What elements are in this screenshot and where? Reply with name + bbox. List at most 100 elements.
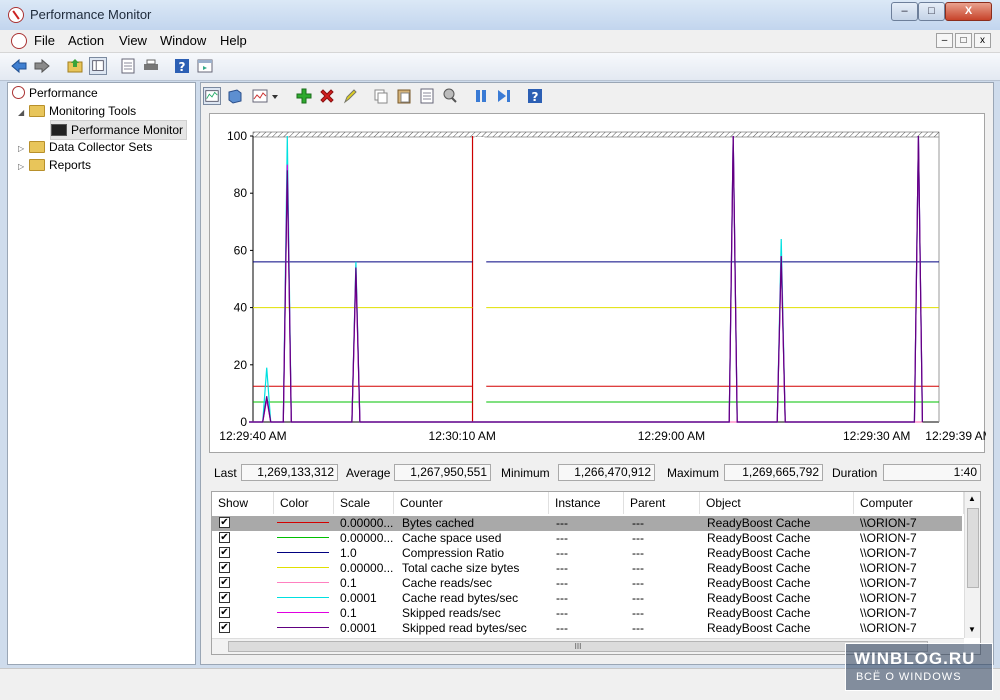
column-header-scale[interactable]: Scale xyxy=(334,492,394,514)
collapse-arrow-icon[interactable]: ◢ xyxy=(18,104,26,122)
scroll-down-arrow-icon[interactable]: ▼ xyxy=(968,625,976,634)
instance-cell: --- xyxy=(556,531,568,545)
menu-help[interactable]: Help xyxy=(220,33,247,48)
computer-cell: \\ORION-7 xyxy=(860,591,917,605)
counter-row[interactable]: ✔ 0.0001 Skipped read bytes/sec --- --- Ready… xyxy=(212,621,962,636)
show-checkbox[interactable]: ✔ xyxy=(219,562,230,573)
computer-cell: \\ORION-7 xyxy=(860,561,917,575)
column-header-instance[interactable]: Instance xyxy=(549,492,624,514)
highlight-icon[interactable] xyxy=(341,87,359,105)
watermark-line-2: ВСЁ О WINDOWS xyxy=(856,671,962,683)
color-swatch xyxy=(277,522,329,523)
tree-item-label: Performance Monitor xyxy=(71,123,184,137)
freeze-display-icon[interactable] xyxy=(472,87,490,105)
series-line xyxy=(249,164,923,423)
minimize-button[interactable]: – xyxy=(891,2,918,21)
mdi-restore-button[interactable]: □ xyxy=(955,33,972,48)
vertical-scrollbar[interactable]: ▲ ▼ xyxy=(964,492,980,638)
counter-cell: Bytes cached xyxy=(402,516,475,530)
x-tick-label: 12:29:40 AM xyxy=(219,429,286,443)
show-checkbox[interactable]: ✔ xyxy=(219,532,230,543)
menu-window[interactable]: Window xyxy=(160,33,206,48)
view-current-activity-icon[interactable] xyxy=(203,87,221,105)
maximum-value: 1,269,665,792 xyxy=(724,464,823,481)
show-checkbox[interactable]: ✔ xyxy=(219,607,230,618)
up-folder-icon[interactable] xyxy=(66,57,84,75)
copy-properties-icon[interactable] xyxy=(372,87,390,105)
column-header-parent[interactable]: Parent xyxy=(624,492,700,514)
scale-cell: 0.00000... xyxy=(340,531,394,545)
graph-properties-icon[interactable] xyxy=(418,87,436,105)
counter-row[interactable]: ✔ 0.1 Cache reads/sec --- --- ReadyBoost Cach… xyxy=(212,576,962,591)
series-line xyxy=(249,135,924,423)
counter-list[interactable]: Show Color Scale Counter Instance Parent… xyxy=(211,491,981,655)
tree-root-performance[interactable]: Performance xyxy=(12,84,98,102)
column-header-counter[interactable]: Counter xyxy=(394,492,549,514)
mdi-minimize-button[interactable]: – xyxy=(936,33,953,48)
object-cell: ReadyBoost Cache xyxy=(707,531,811,545)
counter-row[interactable]: ✔ 0.00000... Total cache size bytes --- --- R… xyxy=(212,561,962,576)
change-graph-type-icon[interactable] xyxy=(251,87,269,105)
graph-toolbar: ? xyxy=(201,83,993,111)
horizontal-scroll-thumb[interactable]: III xyxy=(228,641,928,652)
parent-cell: --- xyxy=(632,591,644,605)
counter-row[interactable]: ✔ 1.0 Compression Ratio --- --- ReadyBoost Ca… xyxy=(212,546,962,561)
system-menu-icon[interactable] xyxy=(11,33,27,49)
paste-counter-list-icon[interactable] xyxy=(395,87,413,105)
performance-monitor-app-icon[interactable] xyxy=(8,7,24,23)
performance-monitor-pane: ? 100 80 60 40 20 0 12:29:40 AM 12:30:10 AM 12:2… xyxy=(200,82,994,665)
computer-cell: \\ORION-7 xyxy=(860,516,917,530)
update-data-icon[interactable] xyxy=(495,87,513,105)
menu-action[interactable]: Action xyxy=(68,33,104,48)
properties-icon[interactable] xyxy=(119,57,137,75)
scroll-up-arrow-icon[interactable]: ▲ xyxy=(968,494,976,503)
column-header-object[interactable]: Object xyxy=(700,492,854,514)
menu-file[interactable]: File xyxy=(34,33,55,48)
y-tick-label: 40 xyxy=(234,301,248,315)
back-arrow-icon[interactable] xyxy=(10,57,28,75)
print-icon[interactable] xyxy=(142,57,160,75)
delete-counter-icon[interactable] xyxy=(318,87,336,105)
maximize-button[interactable]: □ xyxy=(918,2,945,21)
view-log-data-icon[interactable] xyxy=(226,87,244,105)
duration-value: 1:40 xyxy=(883,464,981,481)
title-bar: Performance Monitor – □ X xyxy=(0,0,1000,31)
menu-view[interactable]: View xyxy=(119,33,147,48)
column-header-computer[interactable]: Computer xyxy=(854,492,964,514)
folder-icon xyxy=(29,141,45,153)
dropdown-arrow-icon[interactable] xyxy=(270,87,280,105)
column-header-show[interactable]: Show xyxy=(212,492,274,514)
show-checkbox[interactable]: ✔ xyxy=(219,592,230,603)
expand-arrow-icon[interactable]: ▷ xyxy=(18,158,26,176)
graph-help-icon[interactable]: ? xyxy=(526,87,544,105)
object-cell: ReadyBoost Cache xyxy=(707,591,811,605)
tree-item-monitoring-tools[interactable]: ◢ Monitoring Tools xyxy=(18,102,136,120)
show-checkbox[interactable]: ✔ xyxy=(219,577,230,588)
tree-item-label: Monitoring Tools xyxy=(49,104,137,118)
show-checkbox[interactable]: ✔ xyxy=(219,547,230,558)
counter-row[interactable]: ✔ 0.00000... Cache space used --- --- ReadyBo… xyxy=(212,531,962,546)
close-button[interactable]: X xyxy=(945,2,992,21)
vertical-scroll-thumb[interactable] xyxy=(967,508,979,588)
zoom-icon[interactable] xyxy=(441,87,459,105)
scale-cell: 0.00000... xyxy=(340,516,394,530)
graph-area[interactable]: 100 80 60 40 20 0 12:29:40 AM 12:30:10 AM 12:29:… xyxy=(209,113,986,453)
tree-item-reports[interactable]: ▷ Reports xyxy=(18,156,91,174)
mdi-close-button[interactable]: x xyxy=(974,33,991,48)
counter-row[interactable]: ✔ 0.1 Skipped reads/sec --- --- ReadyBoost Ca… xyxy=(212,606,962,621)
counter-row[interactable]: ✔ 0.00000... Bytes cached --- --- ReadyBoost … xyxy=(212,516,962,531)
time-gap xyxy=(474,137,485,422)
tree-item-performance-monitor[interactable]: Performance Monitor xyxy=(50,120,188,140)
export-icon[interactable] xyxy=(196,57,214,75)
column-header-color[interactable]: Color xyxy=(274,492,334,514)
help-icon[interactable]: ? xyxy=(173,57,191,75)
console-tree: Performance ◢ Monitoring Tools Performanc… xyxy=(7,82,196,665)
add-counter-icon[interactable] xyxy=(295,87,313,105)
forward-arrow-icon[interactable] xyxy=(33,57,51,75)
show-hide-tree-icon[interactable] xyxy=(89,57,107,75)
show-checkbox[interactable]: ✔ xyxy=(219,517,230,528)
tree-item-data-collector-sets[interactable]: ▷ Data Collector Sets xyxy=(18,138,152,156)
folder-icon xyxy=(29,105,45,117)
show-checkbox[interactable]: ✔ xyxy=(219,622,230,633)
counter-row[interactable]: ✔ 0.0001 Cache read bytes/sec --- --- ReadyBo… xyxy=(212,591,962,606)
